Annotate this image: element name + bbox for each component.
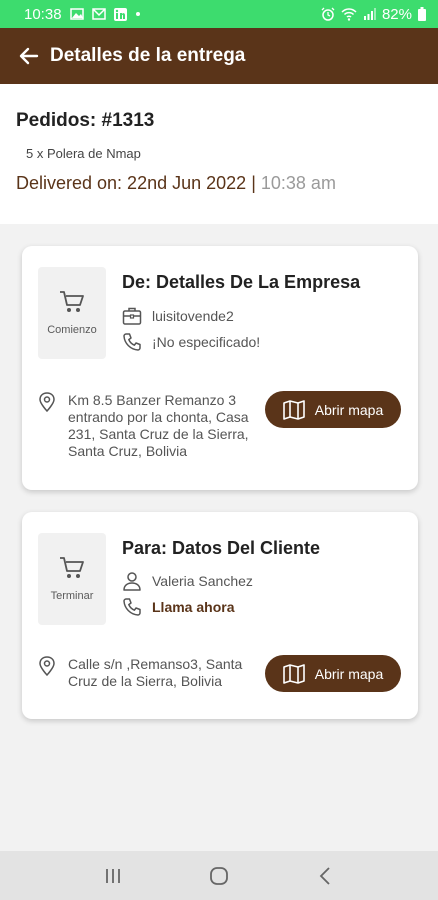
pickup-business-row: luisitovende2: [122, 306, 234, 326]
pickup-address-row: Km 8.5 Banzer Remanzo 3 entrando por la …: [38, 392, 258, 460]
dropoff-customer-row: Valeria Sanchez: [122, 571, 253, 591]
battery-percent: 82%: [381, 5, 412, 23]
photo-icon: [69, 8, 84, 20]
pickup-address: Km 8.5 Banzer Remanzo 3 entrando por la …: [68, 392, 249, 459]
gmail-icon: [91, 8, 106, 20]
order-number: Pedidos: #1313: [16, 110, 155, 131]
cart-icon: [59, 556, 85, 585]
dropoff-open-map-button[interactable]: Abrir mapa: [265, 655, 401, 692]
phone-icon: [122, 597, 142, 617]
status-time: 10:38: [24, 5, 62, 23]
linkedin-icon: [113, 7, 127, 21]
pickup-card: Comienzo De: Detalles De La Empresa luis…: [22, 246, 418, 490]
pickup-cart-label: Comienzo: [47, 323, 97, 336]
pickup-open-map-label: Abrir mapa: [314, 401, 384, 418]
delivered-info: Delivered on: 22nd Jun 2022 | 10:38 am: [16, 173, 422, 194]
pickup-phone: ¡No especificado!: [152, 334, 261, 350]
dropoff-card: Terminar Para: Datos Del Cliente Valeria…: [22, 512, 418, 719]
dropoff-call-link[interactable]: Llama ahora: [152, 599, 234, 615]
wifi-icon: [341, 7, 357, 21]
pickup-business: luisitovende2: [152, 308, 234, 324]
signal-icon: [363, 8, 376, 20]
dropoff-cart-box: Terminar: [38, 533, 106, 625]
recents-icon[interactable]: [93, 861, 133, 891]
home-icon[interactable]: [199, 861, 239, 891]
pickup-open-map-button[interactable]: Abrir mapa: [265, 391, 401, 428]
delivered-time: 10:38 am: [260, 173, 336, 193]
arrow-left-icon[interactable]: [18, 45, 40, 67]
page-title: Detalles de la entrega: [50, 45, 246, 66]
order-header: Pedidos: #1313 5 x Polera de Nmap Delive…: [0, 84, 438, 224]
location-pin-icon: [38, 656, 56, 676]
phone-icon: [122, 332, 142, 352]
location-pin-icon: [38, 392, 56, 412]
dropoff-cart-label: Terminar: [50, 589, 94, 602]
system-nav-bar: [0, 851, 438, 900]
person-icon: [122, 571, 142, 591]
briefcase-icon: [122, 306, 142, 326]
dropoff-title: Para: Datos Del Cliente: [122, 538, 321, 558]
alarm-icon: [321, 7, 335, 21]
dropoff-call-row[interactable]: Llama ahora: [122, 597, 234, 617]
map-icon: [282, 399, 305, 420]
map-icon: [282, 663, 305, 684]
dropoff-address-row: Calle s/n ,Remanso3, Santa Cruz de la Si…: [38, 656, 258, 690]
back-icon[interactable]: [305, 861, 345, 891]
cart-icon: [59, 290, 85, 319]
delivered-separator: |: [251, 173, 256, 193]
pickup-title: De: Detalles De La Empresa: [122, 272, 361, 292]
pickup-cart-box: Comienzo: [38, 267, 106, 359]
delivered-date: Delivered on: 22nd Jun 2022: [16, 173, 247, 193]
order-item: 5 x Polera de Nmap: [26, 146, 141, 161]
battery-icon: [418, 7, 426, 21]
dropoff-open-map-label: Abrir mapa: [314, 665, 384, 682]
app-bar: Detalles de la entrega: [0, 28, 438, 84]
pickup-phone-row: ¡No especificado!: [122, 332, 260, 352]
dot-icon: [135, 11, 141, 17]
dropoff-customer: Valeria Sanchez: [152, 573, 253, 589]
status-bar: 10:38 82%: [0, 0, 438, 28]
dropoff-address: Calle s/n ,Remanso3, Santa Cruz de la Si…: [68, 656, 243, 689]
